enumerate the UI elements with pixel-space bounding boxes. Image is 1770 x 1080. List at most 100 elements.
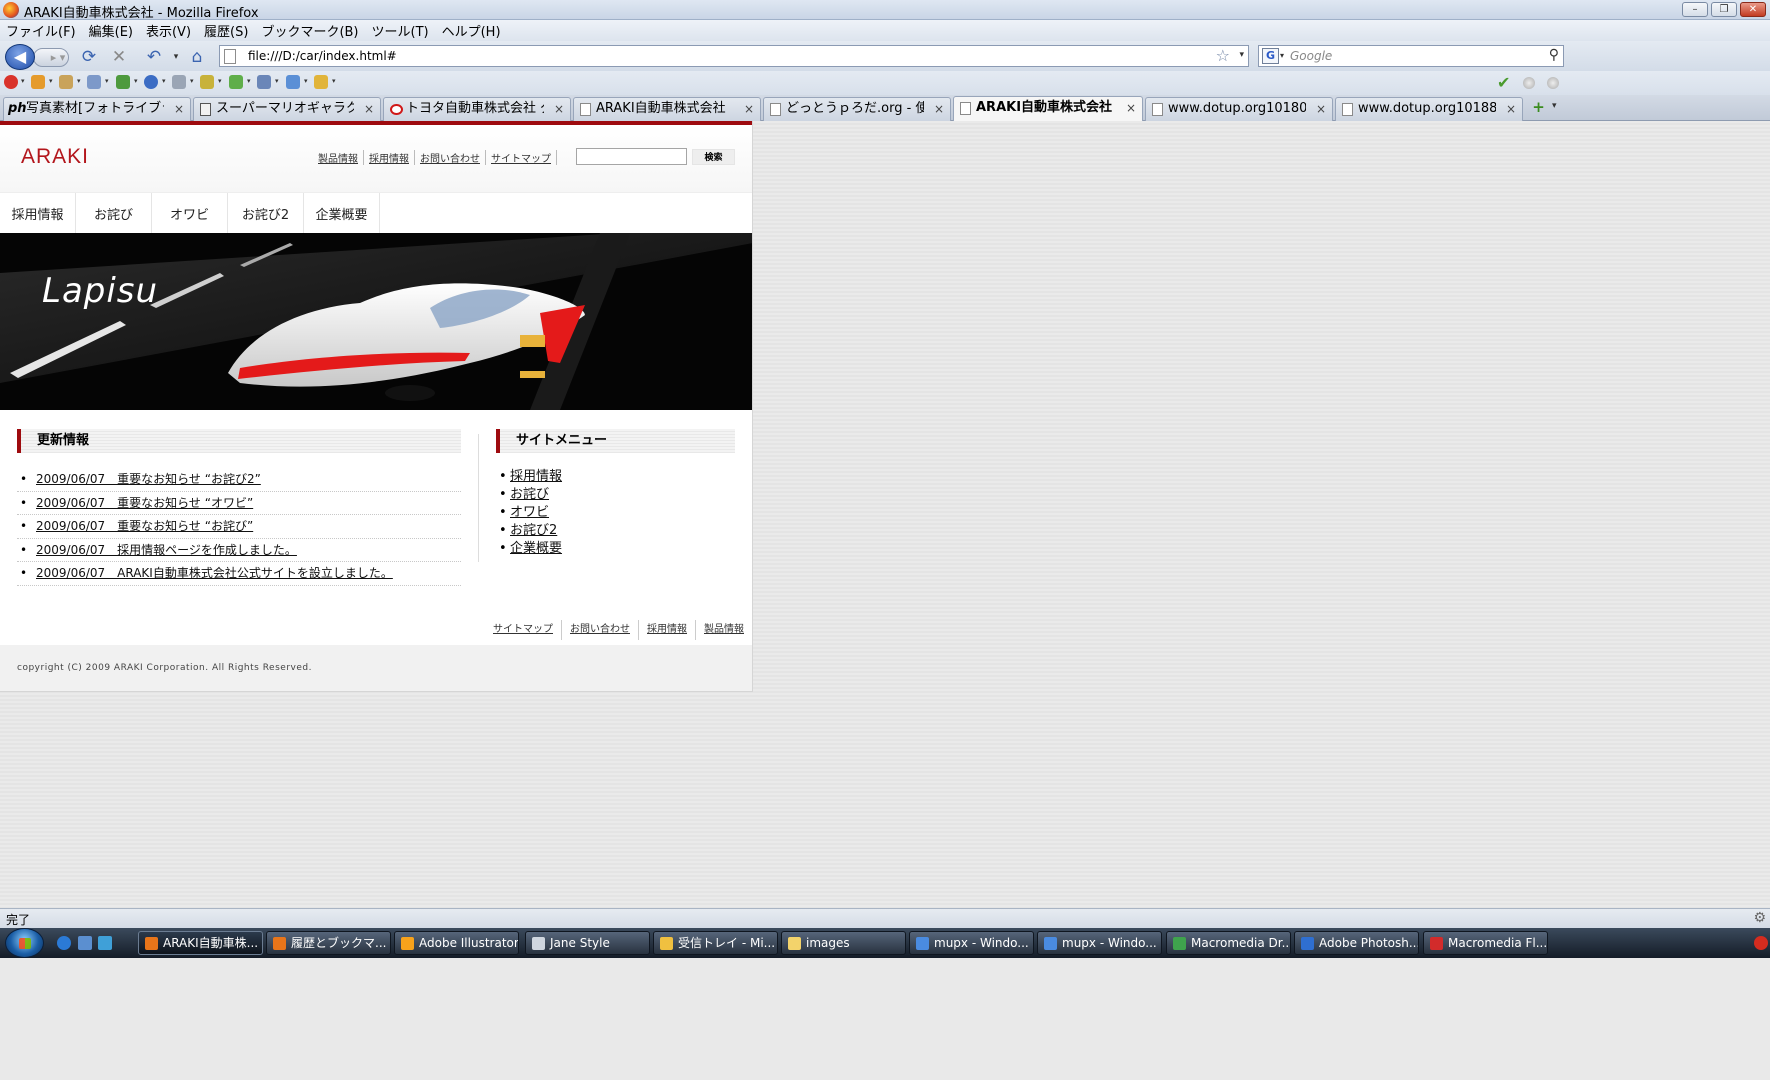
close-tab-icon[interactable]: × (1126, 97, 1136, 119)
home-icon[interactable]: ⌂ (186, 46, 208, 68)
tab[interactable]: ARAKI自動車株式会社 × (573, 97, 761, 121)
gnav-item-apology2[interactable]: お詫び2 (228, 193, 304, 233)
menu-history[interactable]: 履歴(S) (204, 21, 248, 40)
new-tab-button[interactable]: + (1530, 98, 1547, 116)
close-tab-icon[interactable]: × (554, 98, 564, 120)
images-icon[interactable] (116, 75, 130, 89)
gear-icon[interactable]: ⚙ (1753, 910, 1766, 926)
close-tab-icon[interactable]: × (174, 98, 184, 120)
tab[interactable]: www.dotup.org101806.jp... × (1145, 97, 1333, 121)
sitemenu-link-recruit[interactable]: 採用情報 (510, 469, 562, 484)
view-source-icon[interactable] (286, 75, 300, 89)
tab[interactable]: ph 写真素材[フォトライブラリ... × (3, 97, 191, 121)
task-button[interactable]: images (781, 931, 906, 955)
start-button[interactable] (5, 928, 44, 958)
maximize-button[interactable]: ❐ (1711, 2, 1737, 17)
news-link[interactable]: 2009/06/07 重要なお知らせ “お詫び2” (36, 472, 261, 486)
news-link[interactable]: 2009/06/07 重要なお知らせ “オワビ” (36, 496, 253, 510)
tray-icon[interactable] (1754, 936, 1768, 950)
task-button[interactable]: mupx - Windo... (1037, 931, 1162, 955)
task-button[interactable]: Adobe Photosh... (1294, 931, 1419, 955)
footer-link-products[interactable]: 製品情報 (695, 620, 752, 640)
site-logo[interactable]: ARAKI (21, 145, 89, 169)
search-engine-dropdown-icon[interactable]: ▾ (1280, 51, 1284, 60)
url-dropdown-icon[interactable]: ▾ (1239, 50, 1244, 60)
chevron-down-icon[interactable]: ▾ (165, 46, 187, 68)
tab[interactable]: トヨタ自動車株式会社 グロ... × (383, 97, 571, 121)
task-button[interactable]: Jane Style (525, 931, 650, 955)
gnav-item-owabi[interactable]: オワビ (152, 193, 228, 233)
valid-check-icon[interactable]: ✔ (1497, 73, 1510, 92)
task-button[interactable]: 履歴とブックマ... (266, 931, 391, 955)
sitemenu-link-owabi[interactable]: オワビ (510, 505, 549, 520)
util-link-products[interactable]: 製品情報 (313, 150, 364, 165)
information-icon[interactable] (144, 75, 158, 89)
tab[interactable]: スーパーマリオギャラクシ... × (193, 97, 381, 121)
switch-windows-icon[interactable] (98, 936, 112, 950)
task-button[interactable]: Macromedia Fl... (1423, 931, 1548, 955)
site-footer: copyright (C) 2009 ARAKI Corporation. Al… (0, 645, 752, 691)
site-search-button[interactable]: 検索 (692, 149, 735, 165)
reload-icon[interactable]: ⟳ (78, 46, 100, 68)
sitemenu-link-apology2[interactable]: お詫び2 (510, 523, 557, 538)
task-button[interactable]: Macromedia Dr... (1166, 931, 1291, 955)
util-link-contact[interactable]: お問い合わせ (415, 150, 486, 165)
resize-icon[interactable] (229, 75, 243, 89)
back-button[interactable]: ◀ (5, 44, 35, 70)
menu-file[interactable]: ファイル(F) (6, 21, 76, 40)
user-icon[interactable] (31, 75, 45, 89)
forward-button[interactable]: ▸ ▾ (33, 48, 69, 67)
url-bar[interactable]: file:///D:/car/index.html# ☆ ▾ (219, 45, 1249, 67)
news-link[interactable]: 2009/06/07 採用情報ページを作成しました。 (36, 543, 297, 557)
disable-icon[interactable] (4, 75, 18, 89)
util-link-sitemap[interactable]: サイトマップ (486, 150, 557, 165)
close-tab-icon[interactable]: × (364, 98, 374, 120)
cookies-icon[interactable] (59, 75, 73, 89)
site-search-input[interactable] (576, 148, 687, 165)
menu-tools[interactable]: ツール(T) (372, 21, 429, 40)
menu-help[interactable]: ヘルプ(H) (442, 21, 501, 40)
close-tab-icon[interactable]: × (744, 98, 754, 120)
minimize-button[interactable]: – (1682, 2, 1708, 17)
close-tab-icon[interactable]: × (1316, 98, 1326, 120)
footer-link-sitemap[interactable]: サイトマップ (485, 620, 561, 640)
tab[interactable]: どっとうｐろだ.org - 使え... × (763, 97, 951, 121)
close-tab-icon[interactable]: × (1506, 98, 1516, 120)
sitemenu-link-company[interactable]: 企業概要 (510, 541, 562, 556)
tab-active[interactable]: ARAKI自動車株式会社 × (953, 96, 1143, 122)
search-icon[interactable]: ⚲ (1549, 47, 1559, 63)
close-button[interactable]: ✕ (1740, 2, 1766, 17)
bookmark-star-icon[interactable]: ☆ (1216, 46, 1230, 65)
tab[interactable]: www.dotup.org101880.jp... × (1335, 97, 1523, 121)
options-icon[interactable] (314, 75, 328, 89)
search-bar[interactable]: G ▾ Google ⚲ (1258, 45, 1564, 67)
miscellaneous-icon[interactable] (172, 75, 186, 89)
gnav-item-company[interactable]: 企業概要 (304, 193, 380, 233)
task-button[interactable]: ARAKI自動車株... (138, 931, 263, 955)
menu-bookmarks[interactable]: ブックマーク(B) (261, 21, 358, 40)
news-link[interactable]: 2009/06/07 ARAKI自動車株式会社公式サイトを設立しました。 (36, 566, 393, 580)
tab-list-dropdown-icon[interactable]: ▾ (1552, 101, 1557, 111)
task-button[interactable]: 受信トレイ - Mi... (653, 931, 778, 955)
footer-link-contact[interactable]: お問い合わせ (561, 620, 638, 640)
outline-icon[interactable] (200, 75, 214, 89)
task-button[interactable]: mupx - Windo... (909, 931, 1034, 955)
footer-link-recruit[interactable]: 採用情報 (638, 620, 695, 640)
task-button[interactable]: Adobe Illustrator (394, 931, 519, 955)
google-icon[interactable]: G (1262, 48, 1279, 64)
show-desktop-icon[interactable] (78, 936, 92, 950)
forms-icon[interactable] (87, 75, 101, 89)
sitemenu-link-apology[interactable]: お詫び (510, 487, 549, 502)
tools-icon[interactable] (257, 75, 271, 89)
menu-edit[interactable]: 編集(E) (89, 21, 133, 40)
util-link-recruit[interactable]: 採用情報 (364, 150, 415, 165)
gnav-item-recruit[interactable]: 採用情報 (0, 193, 76, 233)
undo-close-tab-icon[interactable]: ↶ (143, 46, 165, 68)
menu-view[interactable]: 表示(V) (146, 21, 191, 40)
calendar-icon (200, 103, 211, 116)
news-link[interactable]: 2009/06/07 重要なお知らせ “お詫び” (36, 519, 253, 533)
stop-icon[interactable]: ✕ (108, 46, 130, 68)
ie-icon[interactable] (57, 936, 71, 950)
close-tab-icon[interactable]: × (934, 98, 944, 120)
gnav-item-apology[interactable]: お詫び (76, 193, 152, 233)
